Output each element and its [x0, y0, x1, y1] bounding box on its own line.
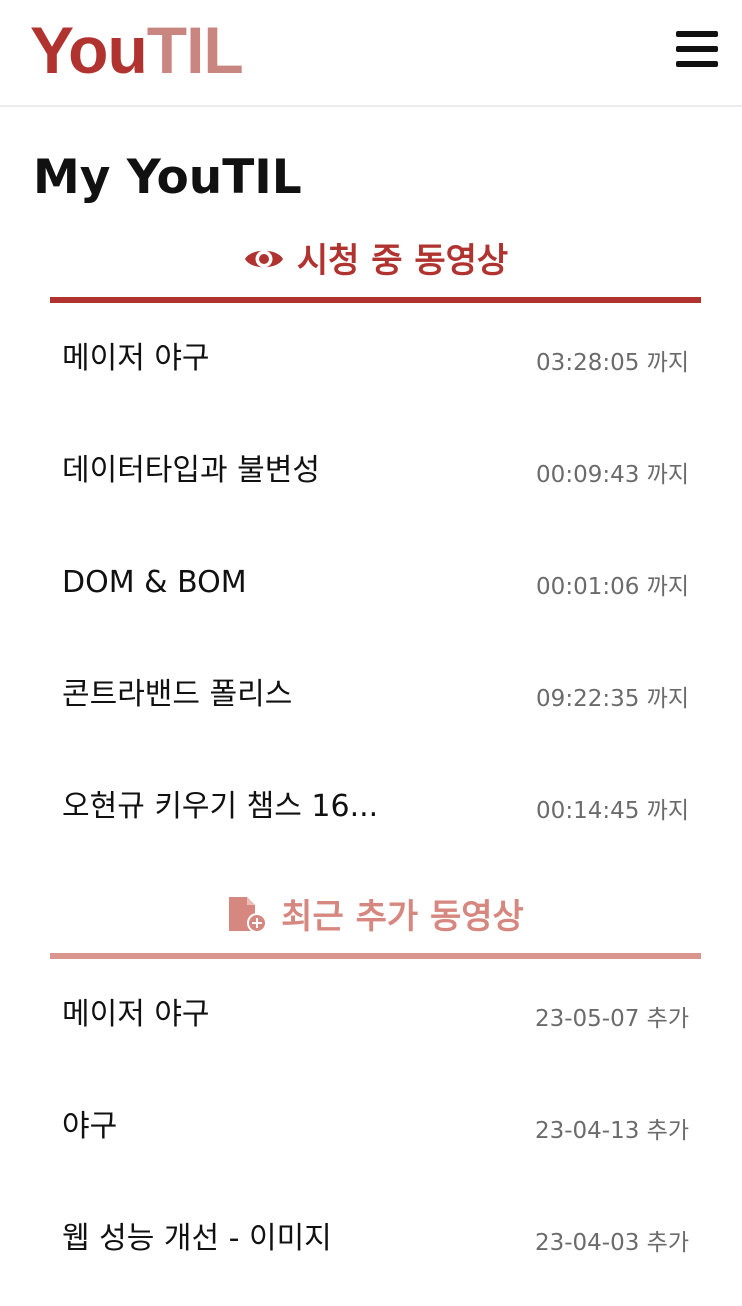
- menu-bar: [676, 61, 718, 67]
- date-value: 23-04-13: [534, 1118, 640, 1144]
- date-suffix: 추가: [646, 1006, 689, 1032]
- date-suffix: 추가: [646, 1230, 689, 1256]
- menu-bar: [676, 46, 718, 52]
- date-suffix: 추가: [646, 1118, 689, 1144]
- video-progress: 09:22:35 까지: [536, 683, 689, 715]
- watching-divider: [50, 297, 701, 303]
- list-item[interactable]: 콘트라밴드 폴리스 09:22:35 까지: [50, 641, 701, 753]
- progress-time: 09:22:35: [536, 686, 640, 712]
- video-title: 데이터타입과 불변성: [62, 453, 320, 488]
- list-item[interactable]: 웹 성능 개선 - 이미지 23-04-03 추가: [50, 1185, 701, 1297]
- list-item[interactable]: 데이터타입과 불변성 00:09:43 까지: [50, 417, 701, 529]
- progress-time: 03:28:05: [536, 350, 640, 376]
- watching-section-title: 시청 중 동영상: [296, 241, 509, 281]
- list-item[interactable]: DOM & BOM 00:01:06 까지: [50, 529, 701, 641]
- video-title: 메이저 야구: [62, 341, 210, 376]
- video-title: 웹 성능 개선 - 이미지: [62, 1221, 332, 1256]
- list-item[interactable]: 오현규 키우기 챔스 16... 00:14:45 까지: [50, 753, 701, 865]
- page-title: My YouTIL: [33, 150, 302, 205]
- menu-bar: [676, 31, 718, 37]
- video-title: DOM & BOM: [62, 565, 247, 600]
- progress-suffix: 까지: [646, 462, 689, 488]
- list-item[interactable]: 메이저 야구 23-05-07 추가: [50, 961, 701, 1073]
- logo-til: TIL: [146, 13, 244, 87]
- date-value: 23-05-07: [534, 1006, 640, 1032]
- app-header: YouTIL: [0, 0, 742, 107]
- file-add-icon: [227, 895, 269, 939]
- hamburger-menu-icon[interactable]: [676, 31, 718, 69]
- video-title: 콘트라밴드 폴리스: [62, 677, 293, 712]
- logo[interactable]: YouTIL: [30, 13, 244, 87]
- video-progress: 00:14:45 까지: [536, 795, 689, 827]
- video-title: 오현규 키우기 챔스 16...: [62, 789, 379, 824]
- added-date: 23-04-13 추가: [535, 1115, 689, 1147]
- list-item[interactable]: 야구 23-04-13 추가: [50, 1073, 701, 1185]
- progress-time: 00:01:06: [536, 574, 640, 600]
- recent-list: 메이저 야구 23-05-07 추가 야구 23-04-13 추가 웹 성능 개…: [50, 961, 701, 1297]
- video-progress: 00:01:06 까지: [536, 571, 689, 603]
- video-progress: 00:09:43 까지: [536, 459, 689, 491]
- progress-suffix: 까지: [646, 574, 689, 600]
- date-value: 23-04-03: [534, 1230, 640, 1256]
- video-progress: 03:28:05 까지: [536, 347, 689, 379]
- added-date: 23-04-03 추가: [535, 1227, 689, 1259]
- added-date: 23-05-07 추가: [535, 1003, 689, 1035]
- progress-suffix: 까지: [646, 798, 689, 824]
- progress-time: 00:09:43: [536, 462, 640, 488]
- progress-time: 00:14:45: [536, 798, 640, 824]
- watching-list: 메이저 야구 03:28:05 까지 데이터타입과 불변성 00:09:43 까…: [50, 305, 701, 865]
- progress-suffix: 까지: [646, 350, 689, 376]
- logo-you: You: [30, 13, 148, 87]
- recent-divider: [50, 953, 701, 959]
- video-title: 야구: [62, 1109, 118, 1144]
- eye-icon: [243, 244, 285, 278]
- video-title: 메이저 야구: [62, 997, 210, 1032]
- list-item[interactable]: 메이저 야구 03:28:05 까지: [50, 305, 701, 417]
- progress-suffix: 까지: [646, 686, 689, 712]
- watching-section-header: 시청 중 동영상: [50, 236, 701, 286]
- recent-section-header: 최근 추가 동영상: [50, 892, 701, 942]
- recent-section-title: 최근 추가 동영상: [281, 897, 524, 937]
